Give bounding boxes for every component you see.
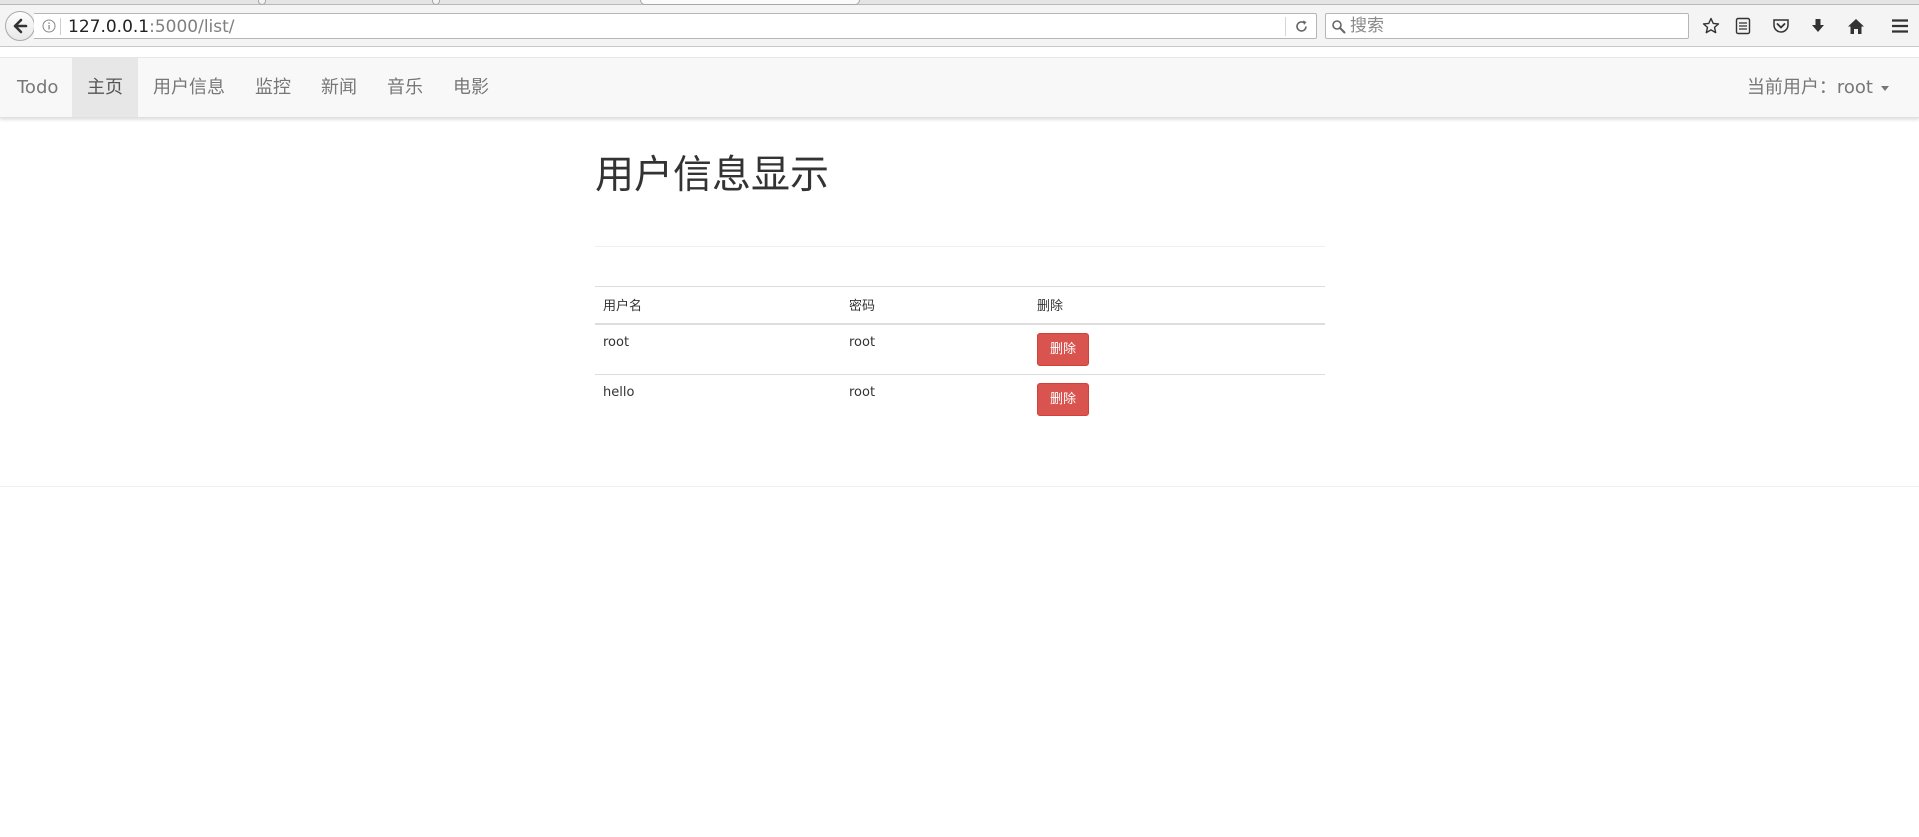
info-icon[interactable] (42, 19, 56, 33)
reload-separator (1285, 17, 1286, 36)
nav-item-movies[interactable]: 电影 (438, 58, 504, 117)
cell-username: hello (603, 385, 635, 400)
cell-delete: 删除 (1029, 375, 1325, 426)
download-icon[interactable] (1808, 16, 1828, 36)
browser-search-box[interactable] (1325, 13, 1689, 39)
delete-button[interactable]: 删除 (1037, 383, 1090, 416)
home-icon[interactable] (1846, 16, 1866, 36)
nav-item-home[interactable]: 主页 (72, 58, 138, 117)
arrow-left-icon (13, 18, 28, 34)
column-header-delete: 删除 (1029, 286, 1325, 325)
nav-menu: 主页 用户信息 监控 新闻 音乐 电影 (72, 58, 504, 117)
address-bar[interactable]: 127.0.0.1:5000/list/ (34, 13, 1317, 39)
nav-item-news[interactable]: 新闻 (306, 58, 372, 117)
delete-button[interactable]: 删除 (1037, 332, 1090, 366)
title-divider (595, 246, 1325, 247)
url-text[interactable]: 127.0.0.1:5000/list/ (68, 16, 235, 38)
nav-item-monitor[interactable]: 监控 (240, 58, 306, 117)
cell-password: root (849, 385, 876, 400)
table-header-row: 用户名 密码 删除 (595, 286, 1325, 325)
cell-username: root (595, 323, 841, 375)
current-user-label: 当前用户：root (1746, 77, 1873, 98)
cell-password: root (841, 323, 1029, 375)
search-input[interactable] (1350, 15, 1680, 37)
nav-item-music[interactable]: 音乐 (372, 58, 438, 117)
cell-delete: 删除 (1029, 323, 1325, 375)
search-icon (1332, 20, 1346, 34)
url-path: :5000/list/ (149, 17, 235, 37)
table-row: hello root 删除 (595, 375, 1325, 426)
browser-toolbar: 127.0.0.1:5000/list/ (0, 5, 1919, 47)
url-host: 127.0.0.1 (68, 17, 150, 37)
footer-divider (0, 486, 1919, 487)
menu-hamburger-icon[interactable] (1890, 16, 1910, 36)
user-table: 用户名 密码 删除 root root 删除 hello root 删除 (595, 286, 1325, 426)
top-navbar: Todo 主页 用户信息 监控 新闻 音乐 电影 当前用户：root (0, 57, 1919, 118)
pocket-icon[interactable] (1771, 16, 1791, 36)
page-title: 用户信息显示 (595, 153, 830, 198)
table-row: root root 删除 (595, 323, 1325, 375)
column-header-password: 密码 (841, 286, 1029, 325)
address-bar-divider (60, 18, 61, 35)
navbar-brand[interactable]: Todo (17, 58, 58, 117)
column-header-username: 用户名 (595, 286, 841, 325)
nav-item-user-info[interactable]: 用户信息 (138, 58, 240, 117)
back-button[interactable] (5, 11, 35, 41)
reader-list-icon[interactable] (1733, 16, 1753, 36)
current-user-dropdown[interactable]: 当前用户：root (1747, 58, 1889, 117)
bookmark-star-icon[interactable] (1701, 16, 1721, 36)
caret-down-icon (1881, 86, 1889, 91)
reload-icon[interactable] (1294, 19, 1309, 34)
